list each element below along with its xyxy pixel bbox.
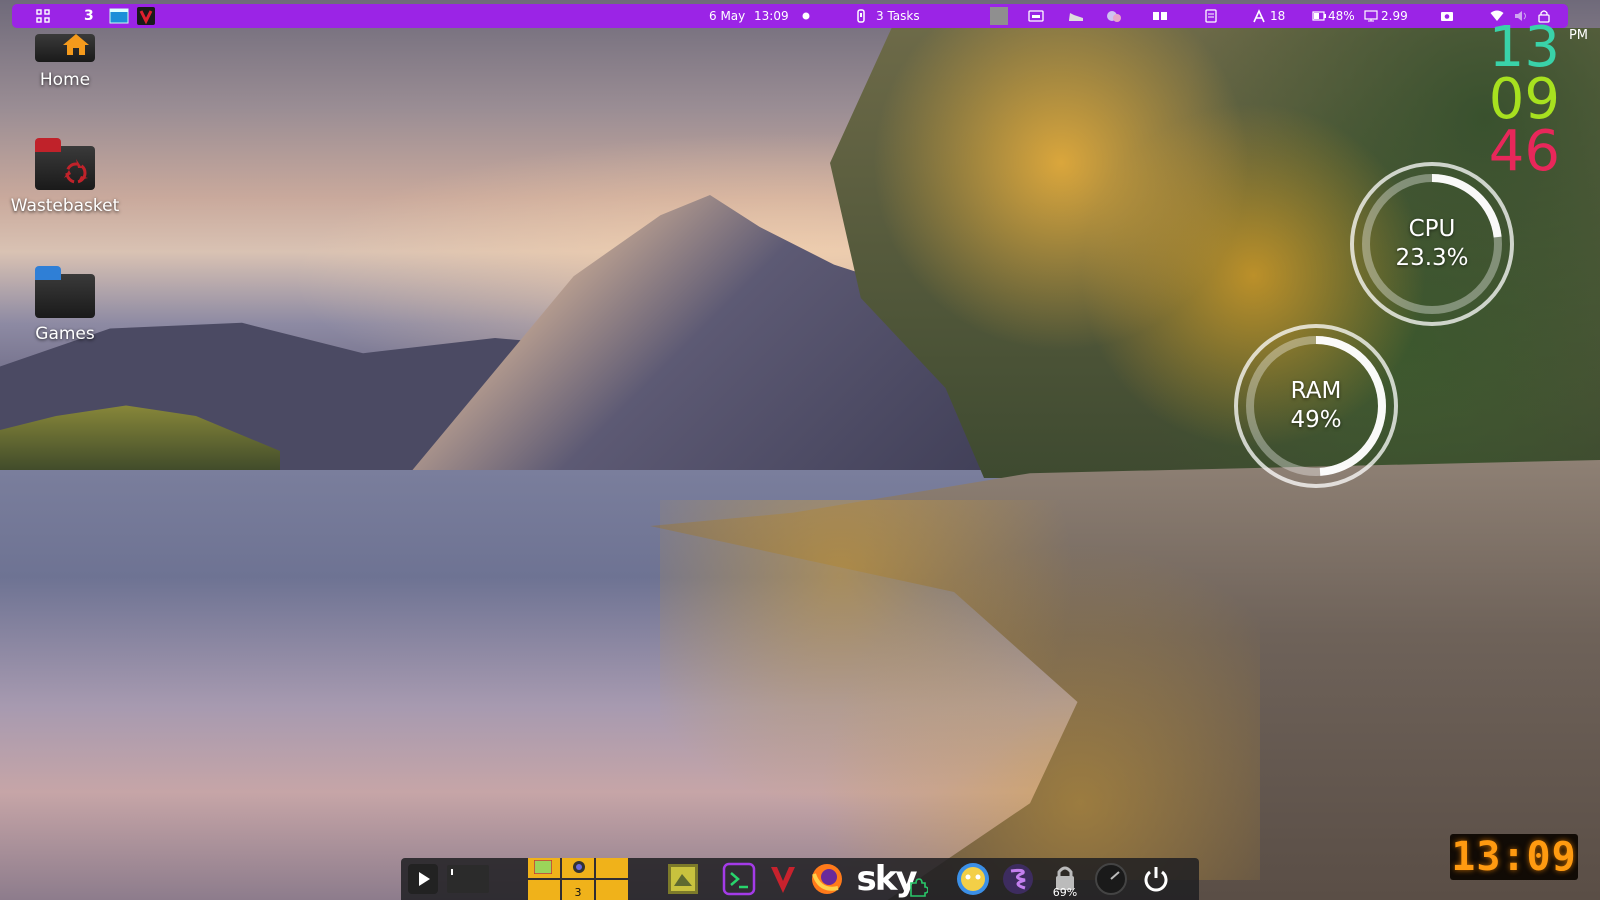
top-panel: 3 6 May 13:09 3 Tasks 18 48% 2.99	[12, 4, 1568, 28]
home-folder-icon	[35, 34, 95, 62]
emacs-icon[interactable]	[999, 861, 1037, 897]
ram-gauge-label: RAM	[1290, 378, 1342, 404]
dock: 3 sky 69%	[401, 858, 1199, 900]
workspace-pager: 3	[528, 858, 628, 900]
puzzle-icon[interactable]	[907, 876, 929, 898]
trash-folder-icon	[35, 138, 95, 190]
tray-chat-icon[interactable]	[1106, 4, 1122, 28]
workspace-number[interactable]: 3	[84, 4, 94, 28]
image-viewer-icon[interactable]	[663, 861, 703, 897]
updates-icon[interactable]	[1252, 4, 1266, 28]
desktop-icon-home[interactable]: Home	[10, 34, 120, 90]
screenshot-icon[interactable]	[1440, 4, 1454, 28]
cpu-gauge-label: CPU	[1408, 216, 1456, 242]
tray-app-icon[interactable]	[990, 4, 1008, 28]
media-play-button[interactable]	[405, 861, 441, 897]
ram-gauge-value: 49%	[1290, 407, 1342, 433]
power-button[interactable]	[1137, 861, 1175, 897]
vivaldi-icon[interactable]	[765, 861, 801, 897]
speedometer-icon[interactable]	[1091, 861, 1131, 897]
tray-clipboard-icon[interactable]	[1205, 4, 1217, 28]
cpu-gauge: CPU 23.3%	[1348, 160, 1516, 328]
firefox-icon[interactable]	[807, 861, 847, 897]
pager-workspace-4[interactable]	[528, 880, 560, 900]
games-folder-icon	[35, 266, 95, 318]
tasks-label[interactable]: 3 Tasks	[876, 4, 920, 28]
pager-workspace-6[interactable]	[596, 880, 628, 900]
tray-shoe-icon[interactable]	[1068, 4, 1084, 28]
clock-period: PM	[1568, 28, 1588, 43]
ram-gauge: RAM 49%	[1232, 322, 1400, 490]
desktop-icon-games-label: Games	[35, 324, 95, 344]
terminal-app-icon[interactable]	[719, 861, 759, 897]
desktop-icon-games[interactable]: Games	[10, 266, 120, 344]
pager-active-label: 3	[574, 886, 582, 899]
lock-percent: 69%	[1052, 886, 1078, 899]
pager-app-icon	[573, 861, 585, 873]
battery-percent[interactable]: 48%	[1328, 4, 1355, 28]
digital-clock: 13:09	[1450, 834, 1578, 880]
pager-window-icon	[534, 860, 552, 874]
updates-count[interactable]: 18	[1270, 4, 1285, 28]
sky-app-icon[interactable]: sky	[857, 859, 918, 899]
date-label[interactable]: 6 May	[709, 4, 745, 28]
pager-workspace-2[interactable]	[562, 858, 594, 878]
battery-icon[interactable]	[1312, 4, 1326, 28]
terminal-icon[interactable]	[445, 861, 491, 897]
wallpaper-leaves	[660, 500, 1260, 880]
desktop-icon-home-label: Home	[39, 70, 91, 90]
tray-layout-icon[interactable]	[1152, 4, 1168, 28]
pager-workspace-1[interactable]	[528, 858, 560, 878]
window-icon[interactable]	[109, 4, 129, 28]
pager-workspace-5[interactable]: 3	[562, 880, 594, 900]
load-average[interactable]: 2.99	[1381, 4, 1408, 28]
desktop-icon-wastebasket[interactable]: Wastebasket	[10, 138, 120, 216]
load-monitor-icon[interactable]	[1364, 4, 1378, 28]
time-label[interactable]: 13:09	[754, 4, 789, 28]
pager-workspace-3[interactable]	[596, 858, 628, 878]
vivaldi-window-icon[interactable]	[137, 4, 155, 28]
desktop-clock: 13 09 46	[1489, 20, 1560, 180]
app-grid-icon[interactable]	[36, 4, 50, 28]
tasks-icon	[856, 4, 866, 28]
cpu-gauge-value: 23.3%	[1395, 245, 1469, 271]
screen-lock-icon[interactable]: 69%	[1045, 861, 1085, 899]
chat-client-icon[interactable]	[953, 861, 993, 897]
tray-display-icon[interactable]	[1028, 4, 1044, 28]
status-dot-icon	[802, 4, 810, 28]
desktop-icon-wastebasket-label: Wastebasket	[10, 196, 120, 216]
